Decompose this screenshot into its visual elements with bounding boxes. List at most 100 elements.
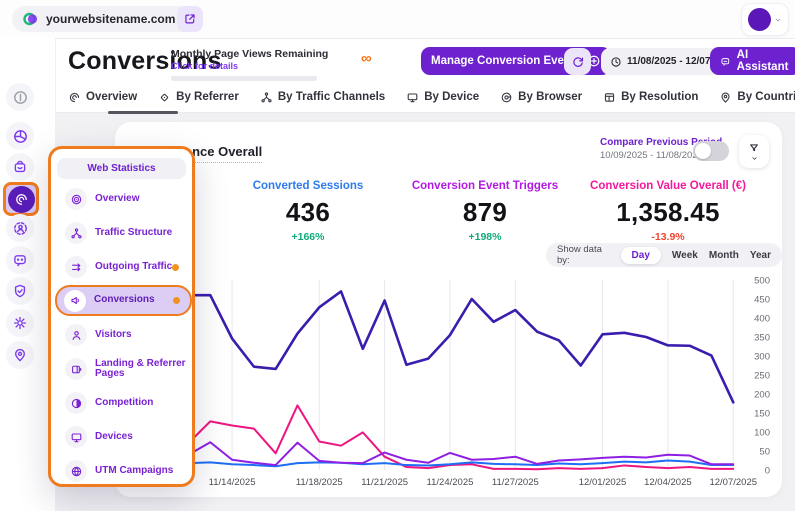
- popup-title: Web Statistics: [57, 158, 186, 179]
- menu-item-label: Visitors: [95, 328, 132, 340]
- person-pin-icon: [15, 348, 25, 362]
- page-header: Conversions Monthly Page Views Remaining…: [55, 38, 795, 114]
- menu-item-label: Devices: [95, 430, 133, 442]
- clock-icon: [611, 56, 621, 67]
- chart-line-series-indigo: [187, 290, 735, 404]
- website-favicon-icon: [23, 11, 39, 27]
- menu-item-visitors[interactable]: Visitors: [58, 321, 189, 349]
- highlight-box-rail-conversions: [3, 182, 39, 216]
- menu-item-outgoing-traffic[interactable]: Outgoing Traffic: [58, 253, 189, 281]
- sidebar-item-security[interactable]: [6, 277, 34, 305]
- x-axis-label: 12/07/2025: [709, 477, 757, 488]
- tab-bar: Overview By Referrer By Traffic Channels…: [55, 82, 795, 114]
- y-axis-label: 500: [754, 276, 770, 287]
- tab-label: By Traffic Channels: [277, 91, 386, 103]
- refresh-button[interactable]: [564, 48, 591, 75]
- x-axis-label: 12/01/2025: [579, 477, 627, 488]
- location-pin-icon: [721, 92, 730, 103]
- x-axis-label: 11/27/2025: [492, 477, 539, 488]
- metric-value: 436: [285, 197, 331, 227]
- user-menu[interactable]: [741, 3, 789, 36]
- sidebar-item-settings[interactable]: [6, 309, 34, 337]
- gear-icon: [13, 316, 27, 330]
- referrer-icon: [160, 93, 169, 101]
- tab-overview[interactable]: Overview: [68, 91, 137, 104]
- notification-dot: [173, 297, 180, 304]
- person-icon: [72, 330, 80, 340]
- sidebar-item-audience[interactable]: [6, 214, 34, 242]
- shopping-bag-icon: [14, 160, 26, 173]
- tabs-scrollbar-thumb[interactable]: [108, 111, 178, 114]
- tab-label: By Referrer: [176, 91, 239, 103]
- manage-button-label: Manage Conversion Events: [431, 55, 582, 67]
- menu-item-overview[interactable]: Overview: [58, 185, 189, 213]
- menu-item-label: Overview: [95, 192, 140, 204]
- collapse-sidebar-button[interactable]: [6, 83, 34, 111]
- sidebar-item-dashboard[interactable]: [6, 122, 34, 150]
- y-axis-label: 350: [754, 333, 770, 344]
- quota-block: Monthly Page Views Remaining Click for d…: [171, 48, 381, 81]
- tab-by-traffic-channels[interactable]: By Traffic Channels: [260, 91, 385, 104]
- tab-label: By Device: [424, 91, 480, 103]
- tab-by-countries[interactable]: By Countries: [719, 91, 795, 104]
- option-day[interactable]: Day: [620, 246, 661, 264]
- metric-value: 879: [462, 197, 508, 227]
- filter-button[interactable]: [739, 135, 769, 168]
- menu-item-landing-referrer-pages[interactable]: Landing & Referrer Pages: [58, 355, 189, 383]
- metric-label: Conversion Value Overall (€): [590, 180, 746, 192]
- y-axis-label: 50: [759, 447, 770, 458]
- pages-icon: [71, 365, 81, 373]
- ai-assistant-button[interactable]: AI Assistant: [710, 47, 795, 75]
- tab-by-resolution[interactable]: By Resolution: [603, 91, 698, 104]
- network-icon: [70, 227, 82, 238]
- metric-label: Conversion Event Triggers: [411, 180, 559, 192]
- sidebar-item-location[interactable]: [6, 341, 34, 369]
- toggle-knob: [695, 143, 711, 159]
- tab-label: Overview: [86, 91, 138, 103]
- option-month[interactable]: Month: [709, 250, 739, 261]
- browser-icon: [501, 92, 512, 102]
- tab-by-referrer[interactable]: By Referrer: [158, 91, 239, 104]
- x-axis-label: 11/21/2025: [361, 477, 408, 488]
- menu-item-conversions[interactable]: Conversions: [55, 285, 192, 316]
- x-axis-label: 11/14/2025: [209, 477, 256, 488]
- sidebar-item-store[interactable]: [6, 153, 34, 181]
- sidebar-item-web-statistics[interactable]: [7, 185, 35, 213]
- sidebar-item-feedback[interactable]: [6, 246, 34, 274]
- metric-delta: +198%: [468, 231, 502, 243]
- menu-item-utm-campaigns[interactable]: UTM Campaigns: [58, 457, 189, 485]
- menu-item-label: Landing & Referrer Pages: [95, 357, 186, 379]
- menu-item-label: Competition: [95, 396, 154, 408]
- menu-item-devices[interactable]: Devices: [58, 423, 189, 451]
- tab-label: By Browser: [518, 91, 583, 103]
- avatar: [748, 8, 771, 31]
- open-website-button[interactable]: [177, 6, 203, 32]
- menu-item-traffic-structure[interactable]: Traffic Structure: [58, 219, 189, 247]
- menu-item-competition[interactable]: Competition: [58, 389, 189, 417]
- x-axis-label: 11/24/2025: [427, 477, 474, 488]
- monitor-icon: [71, 432, 81, 442]
- website-selector[interactable]: yourwebsitename.com: [12, 6, 204, 32]
- collapse-icon: [13, 90, 27, 104]
- show-data-by-control: Show data by: Day Week Month Year: [546, 243, 782, 267]
- outgoing-arrows-icon: [71, 262, 80, 271]
- target-user-icon: [13, 221, 27, 235]
- website-name: yourwebsitename.com: [46, 12, 176, 26]
- y-axis-label: 300: [754, 352, 770, 363]
- metric-label: Converted Sessions: [252, 180, 364, 192]
- menu-item-label: UTM Campaigns: [95, 464, 174, 476]
- option-year[interactable]: Year: [750, 250, 771, 261]
- option-week[interactable]: Week: [672, 250, 698, 261]
- conversions-line-chart: 11/14/2025 11/18/2025 11/21/2025 11/24/2025…: [187, 276, 770, 488]
- chart-line-series-magenta: [187, 404, 735, 471]
- x-axis-label: 12/04/2025: [644, 477, 692, 488]
- quota-value: ∞: [361, 50, 372, 67]
- tab-by-browser[interactable]: By Browser: [500, 91, 582, 104]
- external-link-icon: [185, 14, 195, 24]
- window-panes-icon: [605, 92, 615, 102]
- y-axis-label: 400: [754, 314, 770, 325]
- quota-details-link[interactable]: Click for details: [171, 61, 381, 71]
- compare-toggle[interactable]: [693, 141, 729, 161]
- y-axis-label: 250: [754, 371, 770, 382]
- tab-by-device[interactable]: By Device: [406, 91, 479, 104]
